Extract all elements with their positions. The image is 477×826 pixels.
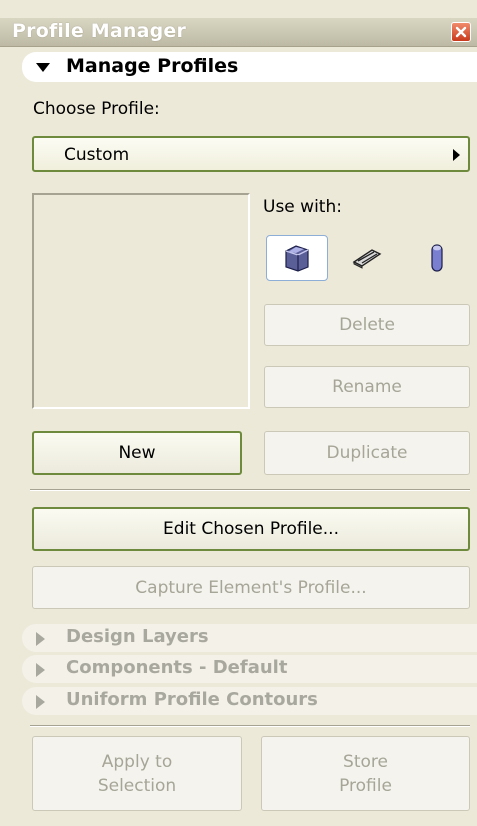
uniform-profile-contours-label: Uniform Profile Contours bbox=[66, 689, 318, 710]
rename-button[interactable]: Rename bbox=[264, 366, 470, 408]
components-default-label: Components - Default bbox=[66, 657, 288, 678]
duplicate-button[interactable]: Duplicate bbox=[264, 431, 470, 475]
capture-element-profile-button[interactable]: Capture Element's Profile... bbox=[32, 566, 470, 609]
use-with-label: Use with: bbox=[263, 197, 342, 217]
profile-preview bbox=[32, 193, 250, 409]
close-button[interactable] bbox=[451, 22, 471, 42]
triangle-right-icon bbox=[36, 663, 45, 677]
uniform-profile-contours-header[interactable]: Uniform Profile Contours bbox=[22, 687, 477, 715]
triangle-right-icon bbox=[36, 695, 45, 709]
design-layers-header[interactable]: Design Layers bbox=[22, 624, 477, 652]
window-title: Profile Manager bbox=[12, 20, 187, 42]
wall-icon bbox=[285, 245, 309, 272]
title-bar[interactable]: Profile Manager bbox=[0, 18, 477, 47]
column-icon bbox=[431, 244, 443, 272]
triangle-right-icon bbox=[36, 632, 45, 646]
delete-button[interactable]: Delete bbox=[264, 304, 470, 346]
components-default-header[interactable]: Components - Default bbox=[22, 655, 477, 683]
apply-to-selection-button[interactable]: Apply to Selection bbox=[32, 736, 242, 811]
column-tool-button[interactable] bbox=[406, 235, 468, 281]
separator bbox=[30, 489, 470, 491]
new-button[interactable]: New bbox=[32, 431, 242, 475]
design-layers-label: Design Layers bbox=[66, 626, 209, 647]
store-label-line2: Profile bbox=[339, 775, 392, 796]
store-label-line1: Store bbox=[343, 751, 388, 772]
close-icon bbox=[455, 26, 467, 38]
apply-label-line2: Selection bbox=[97, 775, 177, 796]
manage-profiles-label: Manage Profiles bbox=[66, 55, 239, 77]
edit-chosen-profile-button[interactable]: Edit Chosen Profile... bbox=[32, 507, 470, 551]
separator bbox=[30, 725, 470, 727]
triangle-down-icon bbox=[36, 63, 50, 72]
beam-icon bbox=[352, 249, 382, 269]
chevron-right-icon bbox=[453, 149, 460, 161]
profile-dropdown-value: Custom bbox=[64, 145, 130, 165]
beam-tool-button[interactable] bbox=[336, 235, 398, 281]
apply-label-line1: Apply to bbox=[101, 751, 173, 772]
profile-manager-palette: Profile Manager Manage Profiles Choose P… bbox=[0, 0, 477, 826]
profile-dropdown[interactable]: Custom bbox=[32, 136, 470, 172]
store-profile-button[interactable]: Store Profile bbox=[261, 736, 470, 811]
manage-profiles-header[interactable]: Manage Profiles bbox=[22, 52, 477, 82]
choose-profile-label: Choose Profile: bbox=[33, 99, 160, 119]
wall-tool-button[interactable] bbox=[266, 235, 328, 281]
